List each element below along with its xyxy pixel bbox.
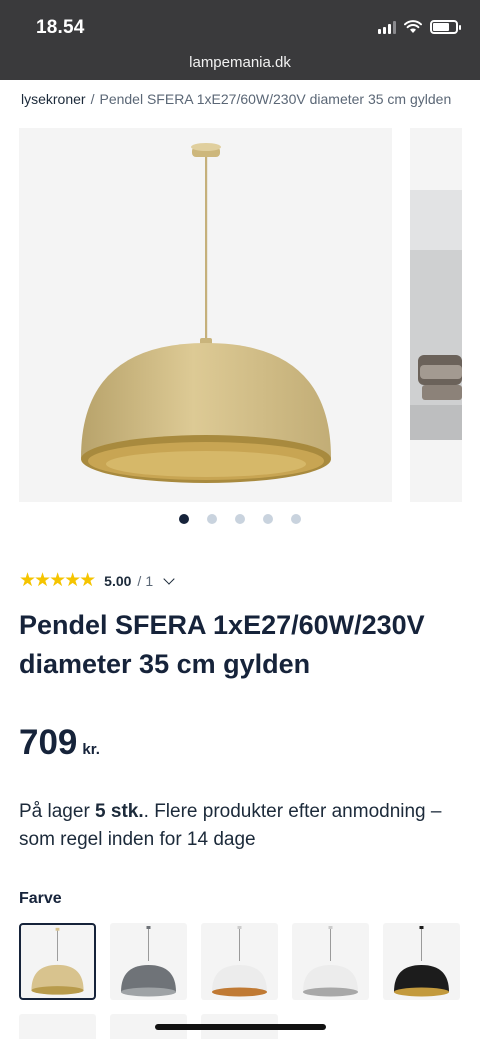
stock-quantity: 5 stk. (95, 801, 144, 822)
sofa-image (410, 190, 462, 440)
address-bar[interactable]: lampemania.dk (0, 54, 480, 71)
lamp-thumbnail-grey (121, 926, 176, 997)
lamp-thumbnail-gold (31, 927, 84, 995)
color-section-label: Farve (19, 890, 62, 907)
breadcrumb-separator: / (90, 91, 95, 107)
lamp-thumbnail-black-gold (394, 926, 449, 997)
product-image-next[interactable] (410, 128, 462, 502)
rating-summary[interactable]: ★★★★★ 5.00 / 1 (19, 570, 175, 591)
gallery-dot-2[interactable] (207, 514, 217, 524)
lamp-thumbnail-white-copper (212, 926, 267, 997)
rating-count: 1 (145, 573, 154, 589)
gallery-dot-1[interactable] (179, 514, 189, 524)
wifi-icon (404, 20, 422, 33)
price-currency: kr. (82, 741, 100, 758)
product-image-main[interactable] (19, 128, 392, 502)
breadcrumb-link-lysekroner[interactable]: lysekroner (21, 91, 86, 107)
browser-top-bar: 18.54 lampemania.dk (0, 0, 480, 80)
breadcrumb-current: Pendel SFERA 1xE27/60W/230V diameter 35 … (99, 91, 452, 107)
gallery-dot-3[interactable] (235, 514, 245, 524)
gallery-dot-5[interactable] (291, 514, 301, 524)
breadcrumb: lysekroner / Pendel SFERA 1xE27/60W/230V d… (21, 91, 480, 107)
color-swatch-white-copper[interactable] (201, 923, 278, 1000)
battery-icon (430, 20, 461, 34)
cellular-signal-icon (378, 20, 396, 34)
home-indicator[interactable] (155, 1024, 326, 1030)
gallery-pagination (0, 514, 480, 524)
color-swatches (19, 923, 480, 1001)
stock-prefix: På lager (19, 801, 96, 822)
gallery-dot-4[interactable] (263, 514, 273, 524)
color-swatch-black-gold[interactable] (383, 923, 460, 1000)
pendant-lamp-image (81, 143, 331, 483)
room-photo (410, 190, 462, 440)
product-price: 709 kr. (19, 723, 100, 763)
lamp-thumbnail-white-silver (303, 926, 358, 997)
star-rating-icon: ★★★★★ (19, 570, 96, 591)
color-swatch-gold[interactable] (19, 923, 96, 1000)
color-swatch-grey[interactable] (110, 923, 187, 1000)
rating-separator: / (137, 573, 142, 589)
stock-info: På lager 5 stk.. Flere produkter efter a… (19, 798, 469, 854)
status-time: 18.54 (36, 17, 85, 38)
chevron-down-icon[interactable] (163, 573, 175, 585)
product-title: Pendel SFERA 1xE27/60W/230V diameter 35 … (19, 610, 425, 679)
price-value: 709 (19, 723, 78, 762)
color-swatch-partial[interactable] (19, 1014, 96, 1039)
color-swatch-white-silver[interactable] (292, 923, 369, 1000)
rating-score: 5.00 (104, 573, 132, 589)
status-icons (378, 20, 461, 34)
